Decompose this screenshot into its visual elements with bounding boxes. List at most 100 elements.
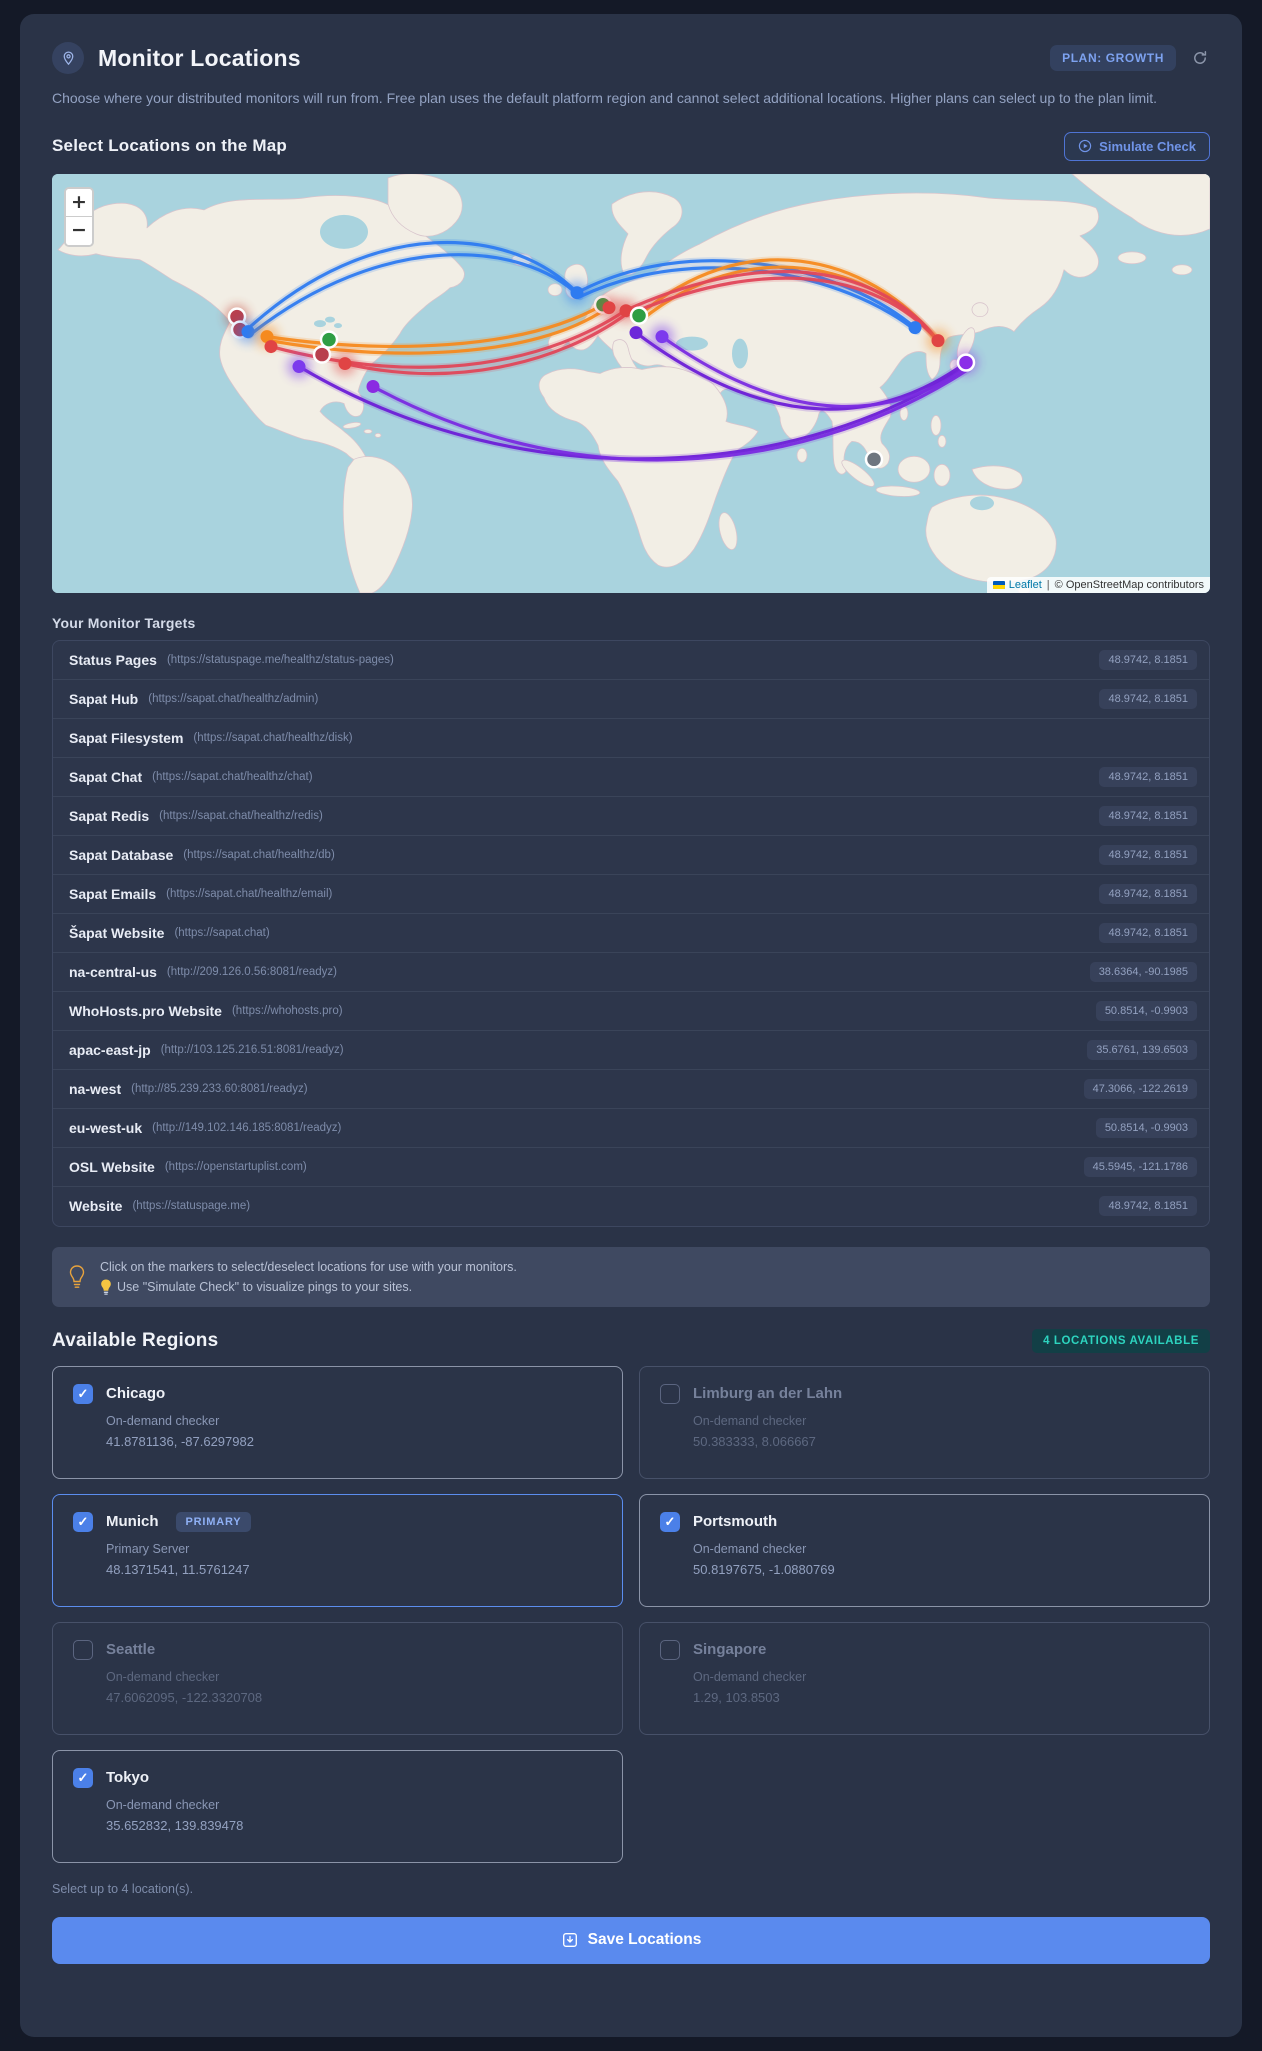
region-card[interactable]: ✓ Portsmouth On-demand checker 50.819767… bbox=[639, 1493, 1210, 1607]
target-url: (http://103.125.216.51:8081/readyz) bbox=[160, 1043, 344, 1056]
target-coords-badge: 48.9742, 8.1851 bbox=[1099, 766, 1197, 787]
region-checkbox[interactable]: ✓ bbox=[660, 1511, 680, 1532]
map-marker[interactable] bbox=[931, 333, 945, 347]
target-row: apac-east-jp (http://103.125.216.51:8081… bbox=[53, 1031, 1209, 1070]
zoom-out-button[interactable]: − bbox=[66, 216, 92, 245]
target-coords-badge: 50.8514, -0.9903 bbox=[1095, 1117, 1197, 1138]
target-row: na-central-us (http://209.126.0.56:8081/… bbox=[53, 953, 1209, 992]
target-url: (https://sapat.chat/healthz/redis) bbox=[159, 809, 323, 822]
map-marker[interactable] bbox=[264, 339, 278, 353]
region-coords: 47.6062095, -122.3320708 bbox=[106, 1689, 263, 1705]
region-card[interactable]: Singapore On-demand checker 1.29, 103.85… bbox=[639, 1621, 1210, 1735]
region-description: Primary Server bbox=[106, 1541, 190, 1556]
target-url: (https://sapat.chat/healthz/disk) bbox=[193, 731, 353, 744]
target-row: Website (https://statuspage.me) 48.9742,… bbox=[53, 1187, 1209, 1226]
target-url: (https://sapat.chat/healthz/chat) bbox=[152, 770, 313, 783]
region-name: Tokyo bbox=[106, 1769, 150, 1787]
leaflet-link[interactable]: Leaflet bbox=[1009, 579, 1042, 591]
region-checkbox[interactable] bbox=[660, 1639, 680, 1660]
lightbulb-emoji-icon bbox=[100, 1279, 112, 1295]
map-marker[interactable] bbox=[602, 300, 616, 314]
region-card[interactable]: Seattle On-demand checker 47.6062095, -1… bbox=[52, 1621, 623, 1735]
region-coords: 48.1371541, 11.5761247 bbox=[106, 1561, 250, 1577]
refresh-icon[interactable] bbox=[1190, 48, 1210, 68]
map[interactable]: + − Leaflet | © OpenStreetMap contributo… bbox=[52, 173, 1210, 593]
region-coords: 50.383333, 8.066667 bbox=[693, 1433, 816, 1449]
region-description: On-demand checker bbox=[106, 1797, 220, 1812]
map-marker[interactable] bbox=[338, 356, 352, 370]
play-circle-icon bbox=[1078, 139, 1092, 153]
osm-attribution[interactable]: © OpenStreetMap contributors bbox=[1055, 579, 1204, 591]
region-card[interactable]: ✓ Chicago On-demand checker 41.8781136, … bbox=[52, 1365, 623, 1479]
map-marker[interactable] bbox=[319, 330, 339, 349]
location-pin-icon bbox=[52, 42, 84, 74]
map-marker[interactable] bbox=[908, 320, 922, 334]
target-name: eu-west-uk bbox=[69, 1119, 143, 1136]
region-name: Portsmouth bbox=[693, 1513, 778, 1531]
region-description: On-demand checker bbox=[693, 1669, 807, 1684]
target-url: (https://sapat.chat) bbox=[174, 926, 270, 939]
region-card[interactable]: Limburg an der Lahn On-demand checker 50… bbox=[639, 1365, 1210, 1479]
save-locations-label: Save Locations bbox=[587, 1931, 702, 1949]
map-marker[interactable] bbox=[956, 353, 976, 372]
plan-badge: PLAN: GROWTH bbox=[1050, 45, 1176, 71]
attribution-separator: | bbox=[1046, 578, 1050, 591]
map-marker[interactable] bbox=[629, 325, 643, 339]
target-coords-badge: 48.9742, 8.1851 bbox=[1099, 883, 1197, 904]
region-coords: 1.29, 103.8503 bbox=[693, 1689, 780, 1705]
target-coords-badge: 45.5945, -121.1786 bbox=[1083, 1156, 1197, 1177]
region-checkbox[interactable] bbox=[73, 1639, 93, 1660]
map-zoom-control: + − bbox=[64, 186, 94, 247]
target-url: (http://209.126.0.56:8081/readyz) bbox=[166, 965, 337, 978]
target-name: OSL Website bbox=[69, 1158, 155, 1175]
region-card[interactable]: ✓ Tokyo On-demand checker 35.652832, 139… bbox=[52, 1749, 623, 1863]
target-name: apac-east-jp bbox=[69, 1041, 151, 1058]
target-name: Sapat Filesystem bbox=[69, 729, 184, 746]
target-url: (https://statuspage.me/healthz/status-pa… bbox=[166, 653, 394, 666]
header: Monitor Locations PLAN: GROWTH bbox=[52, 42, 1210, 74]
map-marker[interactable] bbox=[629, 306, 649, 325]
region-description: On-demand checker bbox=[693, 1413, 807, 1428]
target-row: Sapat Filesystem (https://sapat.chat/hea… bbox=[53, 719, 1209, 758]
page-title: Monitor Locations bbox=[98, 44, 301, 71]
target-coords-badge: 47.3066, -122.2619 bbox=[1083, 1078, 1197, 1099]
save-icon bbox=[561, 1931, 579, 1949]
target-url: (https://openstartuplist.com) bbox=[164, 1160, 307, 1173]
map-marker[interactable] bbox=[241, 324, 255, 338]
map-marker[interactable] bbox=[292, 359, 306, 373]
world-map bbox=[52, 173, 1210, 593]
target-url: (https://sapat.chat/healthz/admin) bbox=[148, 692, 319, 705]
target-name: Sapat Chat bbox=[69, 768, 143, 785]
region-description: On-demand checker bbox=[106, 1669, 220, 1684]
map-marker[interactable] bbox=[864, 449, 884, 469]
target-name: na-west bbox=[69, 1080, 122, 1097]
region-checkbox[interactable] bbox=[660, 1383, 680, 1404]
region-checkbox[interactable]: ✓ bbox=[73, 1767, 93, 1788]
map-marker[interactable] bbox=[312, 345, 332, 364]
map-attribution: Leaflet | © OpenStreetMap contributors bbox=[986, 576, 1210, 593]
region-name: Seattle bbox=[106, 1641, 156, 1659]
save-locations-button[interactable]: Save Locations bbox=[52, 1916, 1210, 1964]
target-coords-badge: 48.9742, 8.1851 bbox=[1099, 922, 1197, 943]
target-name: Sapat Redis bbox=[69, 807, 150, 824]
region-checkbox[interactable]: ✓ bbox=[73, 1383, 93, 1404]
target-row: Sapat Chat (https://sapat.chat/healthz/c… bbox=[53, 758, 1209, 797]
map-marker[interactable] bbox=[655, 329, 669, 343]
target-name: Website bbox=[69, 1198, 123, 1215]
region-checkbox[interactable]: ✓ bbox=[73, 1511, 93, 1532]
target-coords-badge: 50.8514, -0.9903 bbox=[1095, 1000, 1197, 1021]
target-coords-badge: 48.9742, 8.1851 bbox=[1099, 844, 1197, 865]
target-url: (https://sapat.chat/healthz/db) bbox=[183, 848, 335, 861]
region-card[interactable]: ✓ Munich PRIMARY Primary Server 48.13715… bbox=[52, 1493, 623, 1607]
target-coords-badge: 35.6761, 139.6503 bbox=[1087, 1039, 1197, 1060]
map-marker[interactable] bbox=[366, 379, 380, 393]
region-name: Singapore bbox=[693, 1641, 767, 1659]
target-url: (http://85.239.233.60:8081/readyz) bbox=[131, 1082, 308, 1095]
target-url: (https://sapat.chat/healthz/email) bbox=[166, 887, 333, 900]
zoom-in-button[interactable]: + bbox=[66, 188, 92, 217]
simulate-check-button[interactable]: Simulate Check bbox=[1064, 131, 1210, 161]
target-row: Sapat Hub (https://sapat.chat/healthz/ad… bbox=[53, 680, 1209, 719]
map-marker[interactable] bbox=[570, 285, 584, 299]
target-name: Šapat Website bbox=[69, 924, 165, 941]
target-name: na-central-us bbox=[69, 963, 157, 980]
